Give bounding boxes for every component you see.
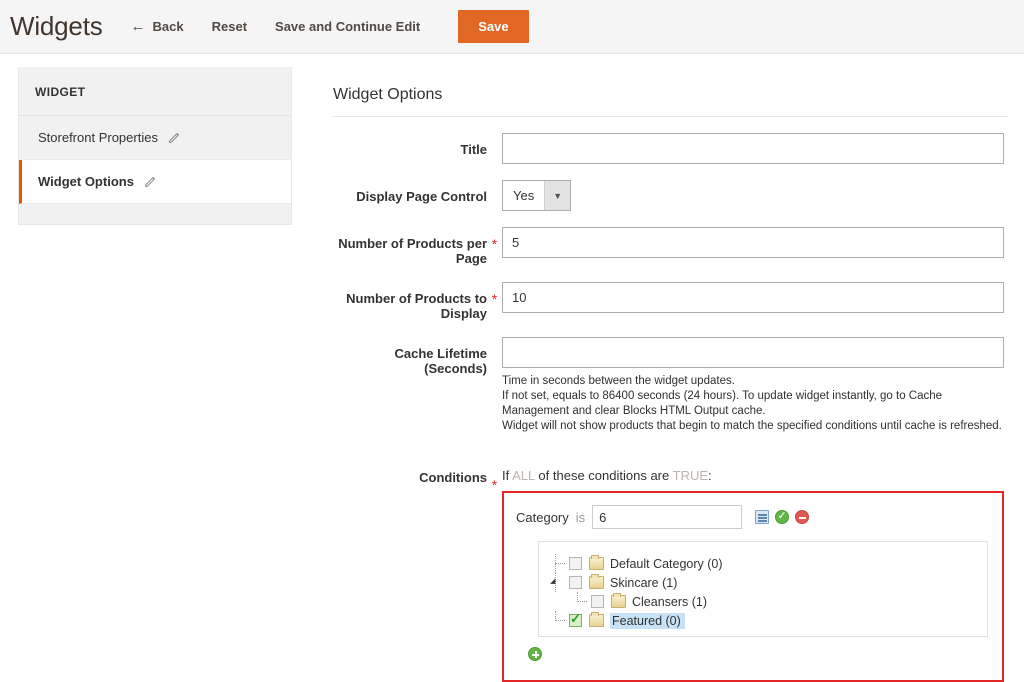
- field-display-page-control: Display Page Control Yes ▼: [333, 180, 1008, 211]
- sidebar-footer-spacer: [19, 204, 291, 224]
- folder-icon: [589, 576, 604, 589]
- conditions-aggregator[interactable]: ALL: [512, 468, 535, 483]
- select-value: Yes: [503, 181, 544, 210]
- field-label: Number of Products per Page: [333, 227, 487, 266]
- pencil-icon: [168, 131, 181, 144]
- header-actions: ← Back Reset Save and Continue Edit Save: [117, 10, 529, 43]
- remove-circle-icon[interactable]: [795, 510, 809, 524]
- section-title: Widget Options: [333, 86, 1008, 117]
- folder-icon: [611, 595, 626, 608]
- sidebar-item-label: Storefront Properties: [38, 130, 158, 145]
- page-title: Widgets: [10, 11, 103, 42]
- sidebar-item-widget-options[interactable]: Widget Options: [19, 160, 291, 204]
- widget-sidebar: WIDGET Storefront Properties Widget Opti…: [18, 67, 292, 225]
- tree-checkbox[interactable]: [569, 614, 582, 627]
- tree-node[interactable]: Cleansers (1): [549, 592, 977, 611]
- help-line: Widget will not show products that begin…: [502, 419, 1004, 434]
- save-button[interactable]: Save: [458, 10, 528, 43]
- cache-lifetime-help: Time in seconds between the widget updat…: [502, 374, 1004, 434]
- tree-connector-icon: [549, 554, 569, 573]
- condition-rule-row: Category is: [516, 505, 1002, 529]
- reset-button[interactable]: Reset: [198, 12, 261, 41]
- back-button[interactable]: ← Back: [117, 12, 198, 41]
- arrow-left-icon: ←: [131, 19, 146, 34]
- sidebar-item-storefront-properties[interactable]: Storefront Properties: [19, 116, 291, 160]
- help-line: Time in seconds between the widget updat…: [502, 374, 1004, 389]
- field-label: Title: [333, 133, 487, 157]
- conditions-value-word[interactable]: TRUE: [673, 468, 708, 483]
- tree-connector-icon: [571, 592, 591, 611]
- back-button-label: Back: [153, 19, 184, 34]
- tree-node[interactable]: Skincare (1): [549, 573, 977, 592]
- conditions-box: Category is Default Category (0): [502, 491, 1004, 682]
- required-star-placeholder: [487, 337, 502, 347]
- tree-node-label: Cleansers (1): [632, 595, 707, 609]
- field-label: Cache Lifetime (Seconds): [333, 337, 487, 376]
- condition-operator[interactable]: is: [576, 510, 585, 525]
- required-star-placeholder: [487, 133, 502, 143]
- tree-checkbox[interactable]: [569, 557, 582, 570]
- chevron-down-icon[interactable]: ▼: [544, 181, 570, 210]
- required-star: *: [487, 227, 502, 252]
- required-star: *: [487, 468, 502, 493]
- products-to-display-input[interactable]: [502, 282, 1004, 313]
- folder-icon: [589, 557, 604, 570]
- field-label: Number of Products to Display: [333, 282, 487, 321]
- field-products-per-page: Number of Products per Page *: [333, 227, 1008, 266]
- category-tree-panel: Default Category (0) Skincare (1) Cleans…: [538, 541, 988, 637]
- tree-connector-icon: [549, 611, 569, 630]
- sidebar-title: WIDGET: [19, 67, 291, 116]
- field-cache-lifetime: Cache Lifetime (Seconds) Time in seconds…: [333, 337, 1008, 434]
- field-label: Display Page Control: [333, 180, 487, 204]
- pencil-icon: [144, 175, 157, 188]
- apply-check-icon[interactable]: [775, 510, 789, 524]
- condition-icons: [755, 510, 809, 524]
- conditions-middle: of these conditions are: [538, 468, 669, 483]
- title-input[interactable]: [502, 133, 1004, 164]
- save-and-continue-edit-button[interactable]: Save and Continue Edit: [261, 12, 434, 41]
- required-star-placeholder: [487, 180, 502, 190]
- condition-attribute[interactable]: Category: [516, 510, 569, 525]
- field-products-to-display: Number of Products to Display *: [333, 282, 1008, 321]
- conditions-suffix: :: [708, 468, 712, 483]
- add-circle-icon[interactable]: [528, 647, 542, 661]
- tree-node-label: Default Category (0): [610, 557, 723, 571]
- chooser-list-icon[interactable]: [755, 510, 769, 524]
- widget-options-panel: Widget Options Title Display Page Contro…: [333, 86, 1008, 682]
- folder-icon: [589, 614, 604, 627]
- add-condition-wrap: [528, 647, 1002, 666]
- display-page-control-select[interactable]: Yes ▼: [502, 180, 571, 211]
- sidebar-item-label: Widget Options: [38, 174, 134, 189]
- condition-value-input[interactable]: [592, 505, 742, 529]
- field-title: Title: [333, 133, 1008, 164]
- tree-node-label: Featured (0): [610, 613, 685, 629]
- tree-checkbox[interactable]: [569, 576, 582, 589]
- tree-expander-icon[interactable]: [549, 573, 569, 592]
- tree-node[interactable]: Featured (0): [549, 611, 977, 630]
- required-star: *: [487, 282, 502, 307]
- tree-node-label: Skincare (1): [610, 576, 677, 590]
- help-line: If not set, equals to 86400 seconds (24 …: [502, 389, 1004, 419]
- conditions-sentence: If ALL of these conditions are TRUE:: [502, 468, 1008, 483]
- field-label: Conditions: [333, 468, 487, 485]
- field-conditions: Conditions * If ALL of these conditions …: [333, 468, 1008, 682]
- page-header: Widgets ← Back Reset Save and Continue E…: [0, 0, 1024, 54]
- products-per-page-input[interactable]: [502, 227, 1004, 258]
- tree-node[interactable]: Default Category (0): [549, 554, 977, 573]
- conditions-prefix: If: [502, 468, 509, 483]
- cache-lifetime-input[interactable]: [502, 337, 1004, 368]
- tree-checkbox[interactable]: [591, 595, 604, 608]
